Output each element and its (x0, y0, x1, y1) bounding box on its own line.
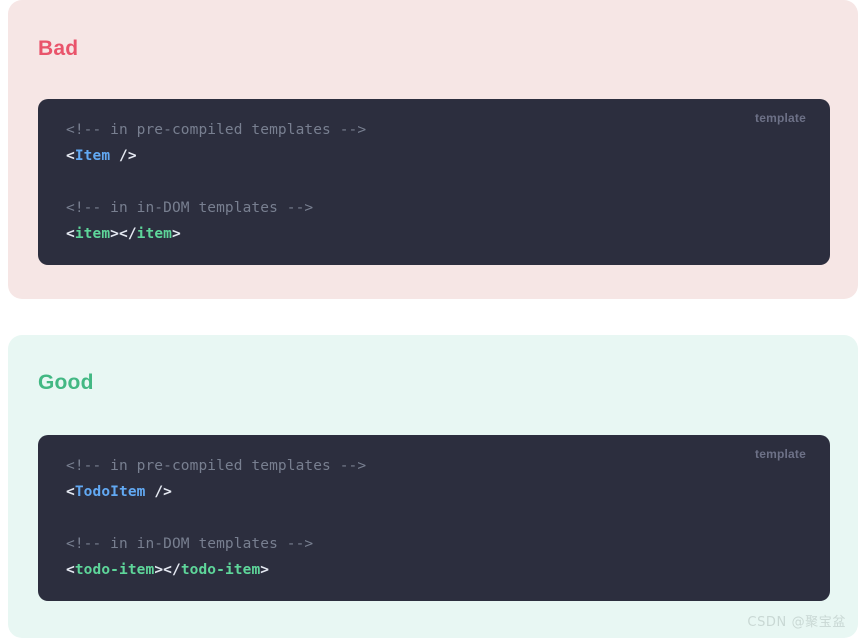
code-punctuation: ></ (110, 226, 137, 242)
code-punctuation: < (66, 226, 75, 242)
code-comment-line: <!-- in in-DOM templates --> (66, 536, 314, 552)
code-component-name: TodoItem (74, 484, 146, 500)
code-language-label-bad: template (755, 111, 806, 125)
watermark: CSDN @聚宝盆 (747, 615, 846, 630)
code-content-bad: <!-- in pre-compiled templates --> <Item… (66, 117, 802, 247)
code-tag-name: todo-item (74, 562, 155, 578)
page-root: Bad template <!-- in pre-compiled templa… (0, 0, 862, 638)
code-punctuation: ></ (154, 562, 181, 578)
panel-title-good: Good (38, 371, 94, 394)
code-punctuation: < (66, 562, 75, 578)
code-comment-line: <!-- in pre-compiled templates --> (66, 122, 367, 138)
code-comment-line: <!-- in pre-compiled templates --> (66, 458, 367, 474)
code-tag-name: todo-item (180, 562, 261, 578)
code-block-bad: template <!-- in pre-compiled templates … (38, 99, 830, 265)
code-punctuation: < (66, 148, 75, 164)
code-punctuation: /> (110, 148, 137, 164)
code-tag-name: item (74, 226, 111, 242)
code-punctuation: < (66, 484, 75, 500)
code-language-label-good: template (755, 447, 806, 461)
code-tag-name: item (136, 226, 172, 242)
code-punctuation: > (260, 562, 270, 578)
example-panel-good: Good template <!-- in pre-compiled templ… (8, 335, 858, 638)
code-punctuation: > (172, 226, 181, 242)
code-block-good: template <!-- in pre-compiled templates … (38, 435, 830, 601)
example-panel-bad: Bad template <!-- in pre-compiled templa… (8, 0, 858, 299)
code-comment-line: <!-- in in-DOM templates --> (66, 200, 314, 216)
code-content-good: <!-- in pre-compiled templates --> <Todo… (66, 453, 802, 583)
code-component-name: Item (74, 148, 111, 164)
panel-title-bad: Bad (38, 37, 79, 60)
code-punctuation: /> (145, 484, 172, 500)
